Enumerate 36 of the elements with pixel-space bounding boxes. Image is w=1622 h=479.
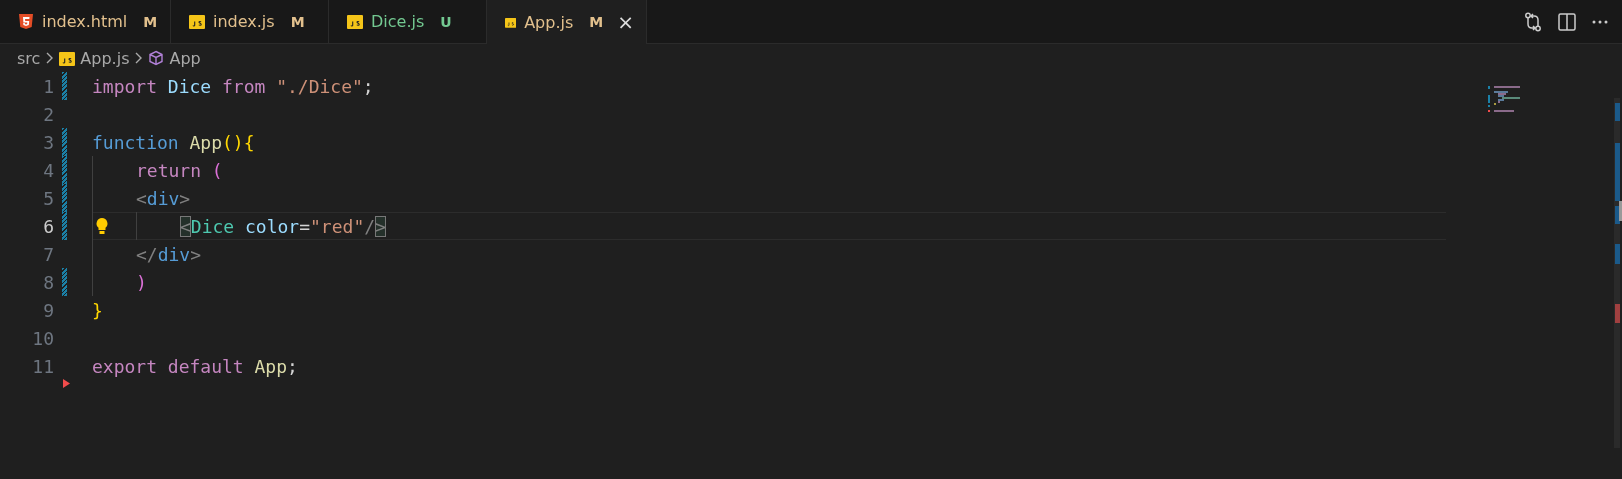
breadcrumb-item[interactable]: App.js: [80, 48, 130, 68]
line-number: 8: [42, 271, 54, 293]
html-file-icon: [18, 13, 34, 30]
line-number: 10: [31, 327, 54, 349]
line-number: 2: [42, 103, 54, 125]
js-file-icon: [347, 13, 363, 30]
editor-tab[interactable]: App.js M ×: [487, 0, 647, 44]
code-line: </div>: [92, 240, 1446, 268]
line-number: 9: [42, 299, 54, 321]
chevron-icon: [134, 51, 144, 65]
js-file-icon: [189, 13, 205, 30]
more-icon[interactable]: [1592, 18, 1608, 25]
compare-changes-icon[interactable]: [1524, 11, 1542, 32]
code-line: ): [92, 268, 1446, 296]
line-number: 11: [31, 355, 54, 377]
line-number: 5: [42, 187, 54, 209]
js-file-icon: [59, 49, 76, 67]
cube-icon: [148, 50, 165, 66]
breadcrumb-item[interactable]: App: [169, 48, 201, 68]
close-icon[interactable]: ×: [617, 10, 634, 34]
code-line: export default App;: [92, 354, 299, 379]
code-line: import Dice from "./Dice";: [92, 74, 375, 99]
split-editor-icon[interactable]: [1558, 12, 1576, 31]
line-number: 7: [42, 243, 54, 265]
line-number: 4: [42, 159, 54, 181]
line-number: 6: [42, 215, 54, 237]
lightbulb-icon[interactable]: [95, 217, 109, 235]
minimap: [1488, 86, 1522, 113]
code-line: }: [92, 298, 104, 323]
code-line: return (: [92, 156, 1446, 184]
line-number: 3: [42, 131, 54, 153]
code-line: function App(){: [92, 130, 256, 155]
line-number: 1: [42, 75, 54, 97]
chevron-icon: [45, 51, 55, 65]
code-line: <div>: [92, 184, 1446, 212]
breadcrumb-item[interactable]: src: [17, 48, 41, 68]
